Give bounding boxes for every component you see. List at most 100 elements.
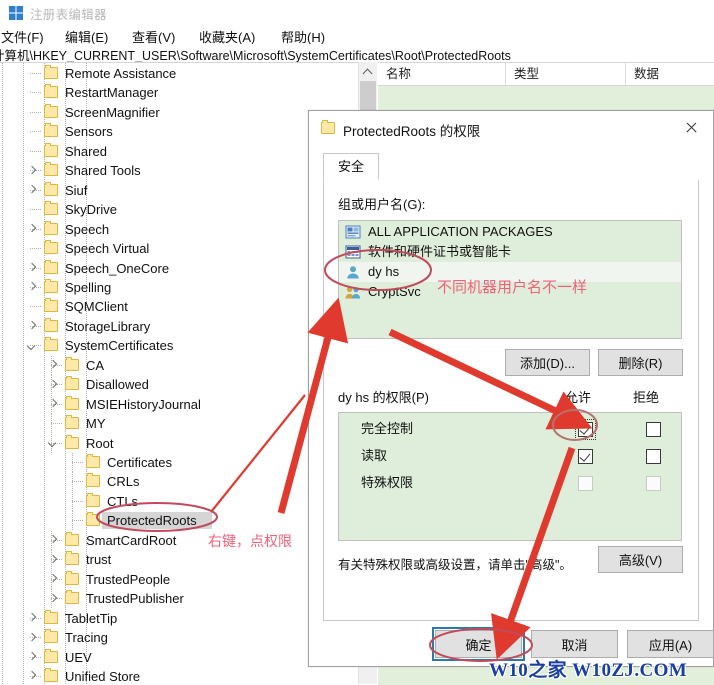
folder-icon: [65, 395, 79, 410]
tree-item-label: Spelling: [65, 279, 112, 295]
folder-icon: [86, 454, 100, 468]
chevron-right-icon[interactable]: [48, 554, 59, 565]
scroll-up-icon[interactable]: [359, 62, 377, 80]
close-icon[interactable]: [669, 111, 713, 145]
chevron-right-icon[interactable]: [27, 613, 38, 624]
chevron-down-icon[interactable]: [27, 340, 38, 351]
permission-row-full-control: 完全控制: [339, 417, 681, 441]
folder-icon: [321, 120, 335, 134]
ok-button[interactable]: 确定: [432, 627, 525, 661]
address-bar[interactable]: 计算机\HKEY_CURRENT_USER\Software\Microsoft…: [0, 44, 714, 63]
registry-icon: [9, 6, 23, 20]
tree-item-label: CRLs: [107, 474, 140, 490]
chevron-right-icon[interactable]: [27, 632, 38, 643]
tree-item-label: Shared Tools: [65, 163, 141, 179]
group-name: CryptSvc: [368, 284, 421, 299]
tree-item-label: MSIEHistoryJournal: [86, 396, 201, 412]
tree-item-label: Tracing: [65, 630, 108, 646]
tree-item-label: Unified Store: [65, 668, 141, 684]
advanced-button[interactable]: 高级(V): [598, 546, 683, 573]
column-header-data[interactable]: 数据: [626, 63, 714, 85]
folder-icon: [65, 356, 79, 371]
cancel-button[interactable]: 取消: [531, 630, 618, 658]
chevron-right-icon[interactable]: [48, 399, 59, 410]
group-row-smartcard[interactable]: 软件和硬件证书或智能卡: [339, 242, 681, 262]
column-header-allow: 允许: [565, 390, 592, 405]
folder-icon: [65, 415, 79, 430]
group-row-all-application-packages[interactable]: ALL APPLICATION PACKAGES: [339, 222, 681, 242]
column-header-name[interactable]: 名称: [378, 63, 506, 85]
tree-item-label: ScreenMagnifier: [65, 104, 160, 120]
folder-icon: [65, 570, 79, 585]
chevron-right-icon[interactable]: [27, 224, 38, 235]
registry-tree[interactable]: Remote Assistance RestartManager ScreenMag…: [0, 62, 358, 685]
advanced-note: 有关特殊权限或高级设置，请单击"高级"。: [338, 558, 572, 572]
tree-item-label: TrustedPeople: [86, 571, 171, 587]
chevron-right-icon[interactable]: [48, 593, 59, 604]
tree-item-label: Certificates: [107, 455, 173, 470]
tree-item-label: trust: [86, 552, 112, 568]
tab-security[interactable]: 安全: [323, 153, 380, 180]
chevron-right-icon[interactable]: [27, 165, 38, 176]
group-name: ALL APPLICATION PACKAGES: [368, 224, 553, 239]
deny-checkbox-read[interactable]: [646, 449, 661, 464]
folder-icon: [44, 317, 58, 332]
column-header-deny: 拒绝: [633, 390, 660, 405]
allow-checkbox-read[interactable]: [578, 449, 593, 464]
tree-item-label: SkyDrive: [65, 202, 118, 218]
chevron-right-icon[interactable]: [48, 379, 59, 390]
address-text: 计算机\HKEY_CURRENT_USER\Software\Microsoft…: [0, 49, 511, 63]
chevron-right-icon[interactable]: [48, 535, 59, 546]
tree-item-label: CTLs: [107, 493, 139, 509]
chevron-right-icon[interactable]: [27, 671, 38, 682]
tree-item-label: StorageLibrary: [65, 318, 151, 334]
folder-icon: [65, 590, 79, 605]
column-header-type[interactable]: 类型: [506, 63, 626, 85]
remove-button[interactable]: 删除(R): [598, 349, 683, 376]
tree-item-label: Disallowed: [86, 377, 149, 393]
tree-item-label: Remote Assistance: [65, 66, 177, 81]
folder-icon: [65, 531, 79, 546]
chevron-right-icon[interactable]: [27, 652, 38, 663]
folder-icon: [86, 512, 100, 527]
folder-icon: [65, 434, 79, 449]
deny-checkbox-full-control[interactable]: [646, 422, 661, 437]
chevron-right-icon[interactable]: [48, 574, 59, 585]
permission-name: 读取: [361, 448, 388, 463]
tree-item-label: Speech: [65, 221, 110, 237]
group-list-label: 组或用户名(G):: [338, 197, 426, 212]
apply-button[interactable]: 应用(A): [627, 630, 714, 658]
folder-icon: [44, 609, 58, 624]
chevron-right-icon[interactable]: [27, 263, 38, 274]
permissions-label: dy hs 的权限(P): [338, 390, 430, 405]
folder-icon: [44, 103, 58, 118]
folder-icon: [44, 667, 58, 682]
group-name: 软件和硬件证书或智能卡: [368, 244, 512, 259]
tree-item-label: Speech_OneCore: [65, 260, 170, 276]
folder-icon: [44, 123, 58, 138]
chevron-right-icon[interactable]: [27, 185, 38, 196]
permission-name: 特殊权限: [361, 475, 414, 490]
chevron-right-icon[interactable]: [27, 321, 38, 332]
tree-item-label: CA: [86, 357, 105, 373]
tree-item-label: TabletTip: [65, 610, 118, 626]
tree-item-label: TrustedPublisher: [86, 591, 184, 607]
chevron-down-icon[interactable]: [48, 438, 59, 449]
tree-item-label: MY: [86, 416, 106, 432]
permissions-list[interactable]: 完全控制 读取 特殊权限: [338, 412, 682, 541]
allow-checkbox-full-control[interactable]: [575, 419, 596, 440]
folder-icon: [65, 551, 79, 566]
annotation-rightclick: 右键，点权限: [208, 534, 292, 550]
chevron-right-icon[interactable]: [27, 282, 38, 293]
folder-icon: [44, 648, 58, 663]
dialog-title: ProtectedRoots 的权限: [343, 124, 481, 139]
folder-icon: [44, 220, 58, 235]
chevron-right-icon[interactable]: [48, 360, 59, 371]
add-button[interactable]: 添加(D)...: [505, 349, 590, 376]
tree-item-label: RestartManager: [65, 85, 159, 101]
tabstrip: 安全: [323, 153, 697, 181]
annotation-username: 不同机器用户名不一样: [437, 278, 588, 296]
permission-row-read: 读取: [339, 444, 681, 468]
tree-item-label: Shared: [65, 143, 107, 159]
folder-icon: [86, 492, 100, 507]
